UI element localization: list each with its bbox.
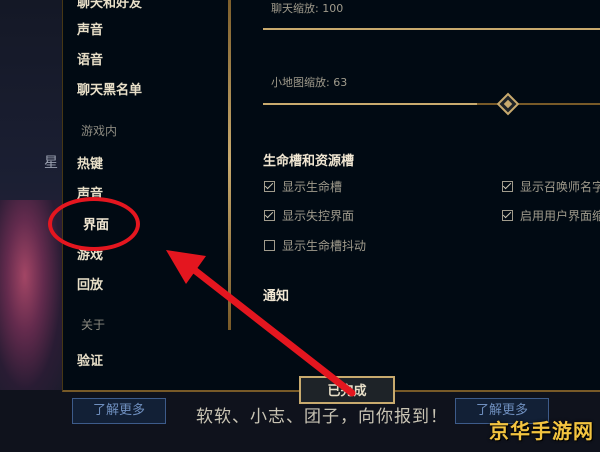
annotation-arrow <box>166 250 356 397</box>
annotation-arrow-head <box>166 250 206 284</box>
site-watermark: 京华手游网 <box>489 419 594 443</box>
annotation-arrow-shaft <box>184 261 356 397</box>
